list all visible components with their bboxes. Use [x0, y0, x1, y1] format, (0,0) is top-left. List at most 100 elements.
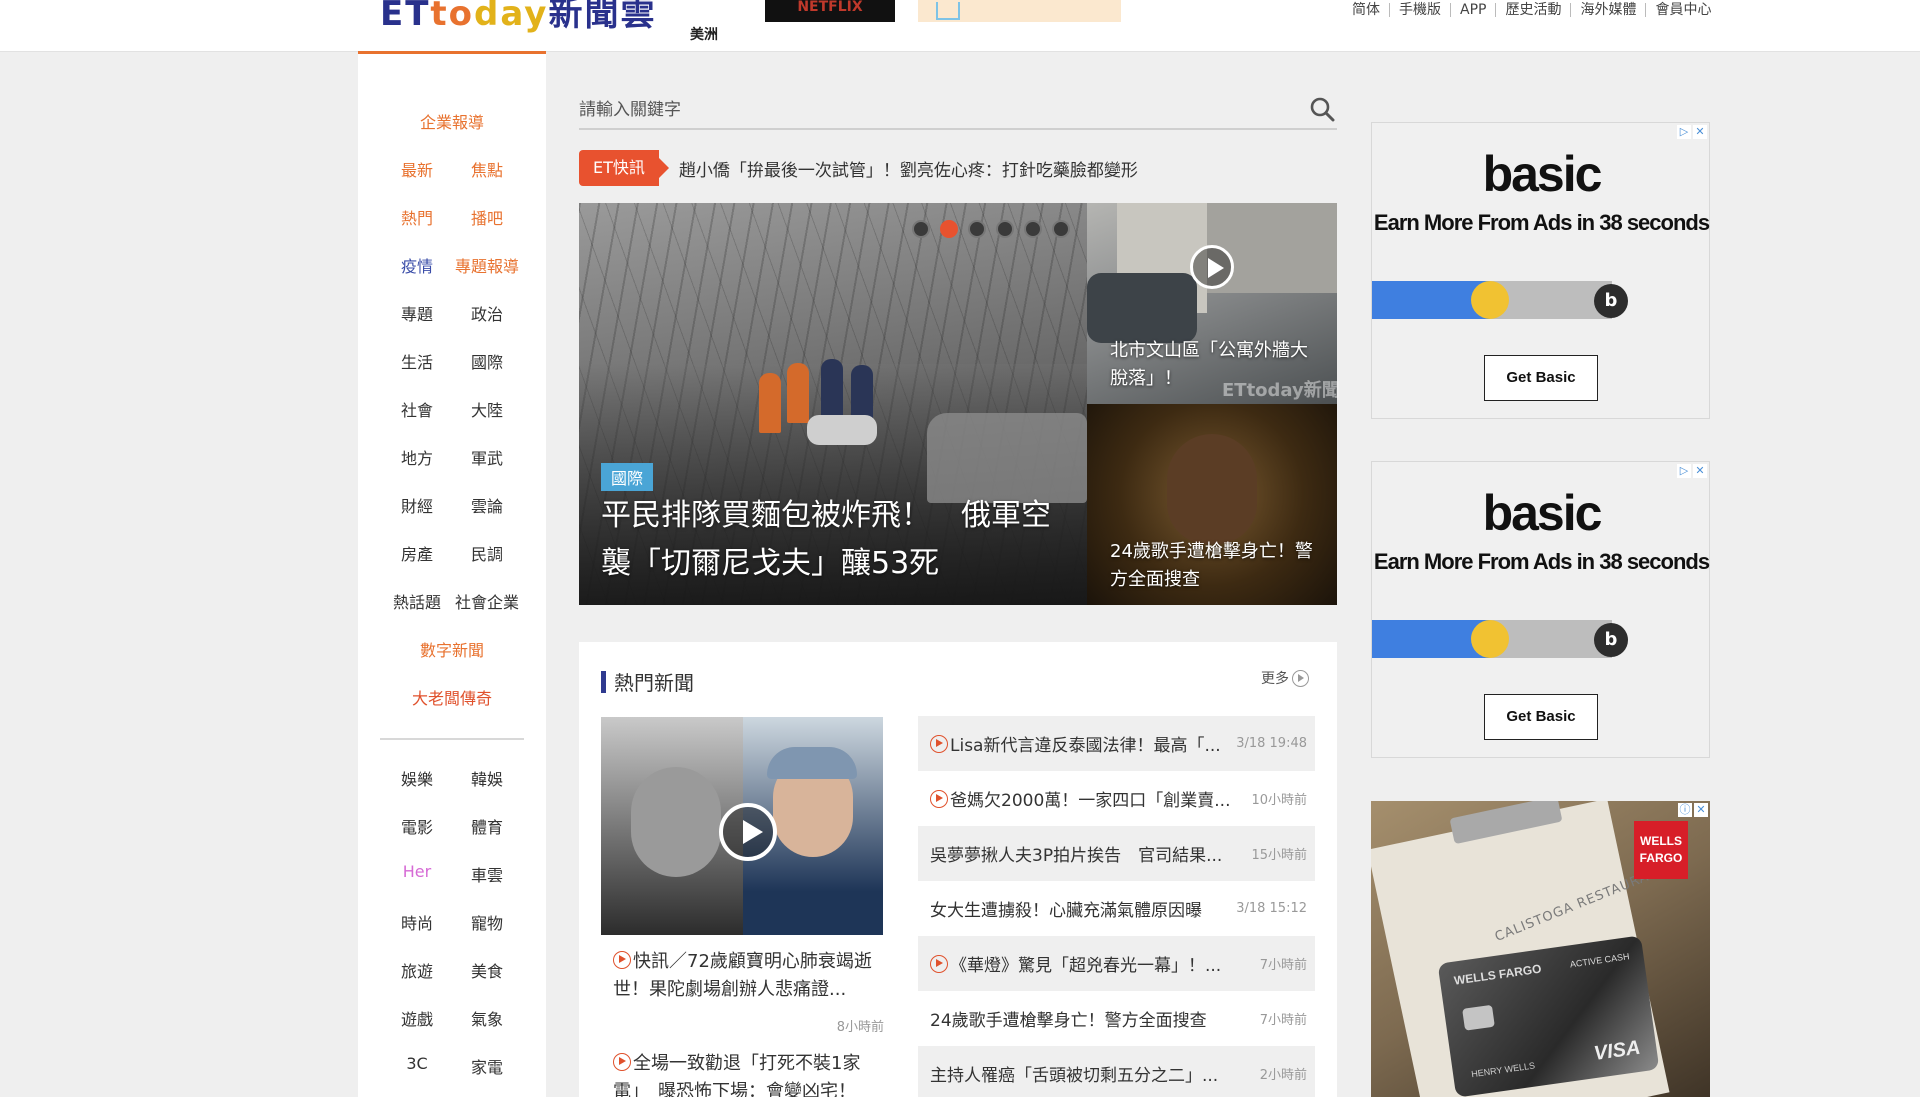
nav-item[interactable]: 美食: [452, 958, 522, 982]
news-list-item[interactable]: 主持人罹癌「舌頭被切剩五分之二」... 2小時前: [918, 1046, 1315, 1097]
ad-controls: ▷ ✕: [1677, 125, 1707, 139]
get-basic-button[interactable]: Get Basic: [1484, 355, 1598, 401]
region-label[interactable]: 美洲: [690, 24, 718, 44]
carousel-dot[interactable]: [912, 220, 930, 238]
nav-item[interactable]: 氣象: [452, 1006, 522, 1030]
nav-item[interactable]: 民調: [452, 541, 522, 565]
nav-row: 旅遊 美食: [358, 958, 546, 982]
news-list-item[interactable]: 吳夢夢揪人夫3P拍片挨告 官司結果... 15小時前: [918, 826, 1315, 881]
top-link-history-events[interactable]: 歷史活動: [1495, 3, 1570, 17]
news-headline-text: 爸媽欠2000萬！一家四口「創業賣...: [950, 791, 1231, 811]
news-list-item[interactable]: 女大生遭擄殺！心臟充滿氣體原因曝 3/18 15:12: [918, 881, 1315, 936]
nav-item[interactable]: 熱話題: [382, 589, 452, 613]
top-link-mobile[interactable]: 手機版: [1389, 3, 1450, 17]
news-headline: Lisa新代言違反泰國法律！最高「...: [930, 731, 1230, 756]
top-link-member-center[interactable]: 會員中心: [1645, 3, 1720, 17]
ad-progress-track: [1372, 620, 1612, 658]
more-link[interactable]: 更多: [1261, 668, 1309, 688]
news-list-item[interactable]: Lisa新代言違反泰國法律！最高「... 3/18 19:48: [918, 716, 1315, 771]
nav-item[interactable]: 國際: [452, 349, 522, 373]
logo-part: day: [474, 0, 549, 34]
carousel-dot[interactable]: [1024, 220, 1042, 238]
nav-item[interactable]: 數字新聞: [358, 637, 546, 661]
flash-headline[interactable]: 趙小僑「拚最後一次試管」！劉亮佐心疼：打針吃藥臉都變形: [679, 156, 1138, 181]
news-list-item[interactable]: 《華燈》驚見「超兇春光一幕」！... 7小時前: [918, 936, 1315, 991]
top-banner-ad[interactable]: [918, 0, 1121, 22]
get-basic-button[interactable]: Get Basic: [1484, 694, 1598, 740]
nav-item[interactable]: 疫情: [382, 253, 452, 277]
nav-row: 電影 體育: [358, 814, 546, 838]
hero-headline[interactable]: 平民排隊買麵包被炸飛！ 俄軍空襲「切爾尼戈夫」釀53死: [601, 492, 1071, 588]
carousel-dot[interactable]: [1052, 220, 1070, 238]
basic-ad-2[interactable]: ▷ ✕ basic Earn More From Ads in 38 seconds b…: [1371, 461, 1710, 758]
site-logo[interactable]: ETtoday新聞雲: [380, 0, 656, 35]
nav-item[interactable]: 政治: [452, 301, 522, 325]
wells-fargo-logo: WELLS FARGO: [1634, 821, 1688, 879]
nav-item[interactable]: 焦點: [452, 157, 522, 181]
play-icon[interactable]: [719, 803, 777, 861]
nav-item[interactable]: 房產: [382, 541, 452, 565]
ad-b-icon: b: [1594, 284, 1628, 318]
play-icon[interactable]: [1190, 245, 1234, 289]
nav-item[interactable]: 熱門: [382, 205, 452, 229]
carousel-dot[interactable]: [968, 220, 986, 238]
hot-feature-caption[interactable]: 快訊／72歲顧寶明心肺衰竭逝世！果陀劇場創辦人悲痛證...: [613, 948, 875, 1004]
carousel-dot[interactable]: [996, 220, 1014, 238]
nav-item[interactable]: 電影: [382, 814, 452, 838]
netflix-banner-ad[interactable]: NETFLIX: [765, 0, 895, 22]
ad-info-icon[interactable]: ▷: [1677, 464, 1691, 478]
nav-item[interactable]: 大老闆傳奇: [358, 685, 546, 709]
nav-item[interactable]: Her: [382, 862, 452, 886]
nav-item[interactable]: 最新: [382, 157, 452, 181]
nav-item[interactable]: 大陸: [452, 397, 522, 421]
nav-row: 房產 民調: [358, 541, 546, 565]
hero-person: [821, 359, 843, 419]
search-input[interactable]: [579, 96, 1279, 124]
ad-close-icon[interactable]: ✕: [1693, 464, 1707, 478]
side-story-2-title[interactable]: 24歲歌手遭槍擊身亡！警方全面搜查: [1110, 538, 1322, 594]
nav-item[interactable]: 生活: [382, 349, 452, 373]
nav-item[interactable]: 專題: [382, 301, 452, 325]
nav-item[interactable]: 播吧: [452, 205, 522, 229]
nav-item[interactable]: 軍武: [452, 445, 522, 469]
basket-icon: [936, 2, 960, 20]
nav-item[interactable]: 財經: [382, 493, 452, 517]
news-list-item[interactable]: 爸媽欠2000萬！一家四口「創業賣... 10小時前: [918, 771, 1315, 826]
nav-item[interactable]: 寵物: [452, 910, 522, 934]
nav-item[interactable]: 時尚: [382, 910, 452, 934]
nav-item[interactable]: 韓娛: [452, 766, 522, 790]
nav-item[interactable]: 社會企業: [452, 589, 522, 613]
nav-item[interactable]: 雲論: [452, 493, 522, 517]
news-time: 3/18 19:48: [1236, 736, 1307, 751]
nav-item[interactable]: 企業報導: [358, 109, 546, 133]
nav-item[interactable]: 3C: [382, 1054, 452, 1078]
breaking-news-ticker: ET快訊 趙小僑「拚最後一次試管」！劉亮佐心疼：打針吃藥臉都變形: [579, 150, 1138, 186]
ad-info-icon[interactable]: ⓘ: [1678, 803, 1692, 817]
nav-item[interactable]: 遊戲: [382, 1006, 452, 1030]
nav-item[interactable]: 專題報導: [452, 253, 522, 277]
news-list-item[interactable]: 24歲歌手遭槍擊身亡！警方全面搜查 7小時前: [918, 991, 1315, 1046]
ad-close-icon[interactable]: ✕: [1694, 803, 1708, 817]
nav-item[interactable]: 體育: [452, 814, 522, 838]
basic-ad-1[interactable]: ▷ ✕ basic Earn More From Ads in 38 seconds b…: [1371, 122, 1710, 419]
search-icon[interactable]: [1309, 96, 1335, 122]
flash-badge: ET快訊: [579, 150, 669, 186]
carousel-dot[interactable]: [940, 220, 958, 238]
hero-person: [787, 363, 809, 423]
ad-info-icon[interactable]: ▷: [1677, 125, 1691, 139]
top-link-simplified[interactable]: 简体: [1350, 3, 1389, 17]
top-link-overseas-media[interactable]: 海外媒體: [1570, 3, 1645, 17]
ad-close-icon[interactable]: ✕: [1693, 125, 1707, 139]
nav-item[interactable]: 娛樂: [382, 766, 452, 790]
nav-row: 時尚 寵物: [358, 910, 546, 934]
nav-item[interactable]: 旅遊: [382, 958, 452, 982]
nav-item[interactable]: 車雲: [452, 862, 522, 886]
nav-item[interactable]: 地方: [382, 445, 452, 469]
hero-category-tag[interactable]: 國際: [601, 463, 654, 491]
hot-feature-image[interactable]: [601, 717, 883, 935]
wells-fargo-ad[interactable]: CALISTOGA RESTAURANT WELLS FARGO ACTIVE …: [1371, 801, 1710, 1097]
nav-item[interactable]: 社會: [382, 397, 452, 421]
hot-second-caption[interactable]: 全場一致勸退「打死不裝1家電」 曝恐怖下場：會變凶宅！: [613, 1050, 875, 1097]
top-link-app[interactable]: APP: [1450, 3, 1495, 17]
nav-item[interactable]: 家電: [452, 1054, 522, 1078]
